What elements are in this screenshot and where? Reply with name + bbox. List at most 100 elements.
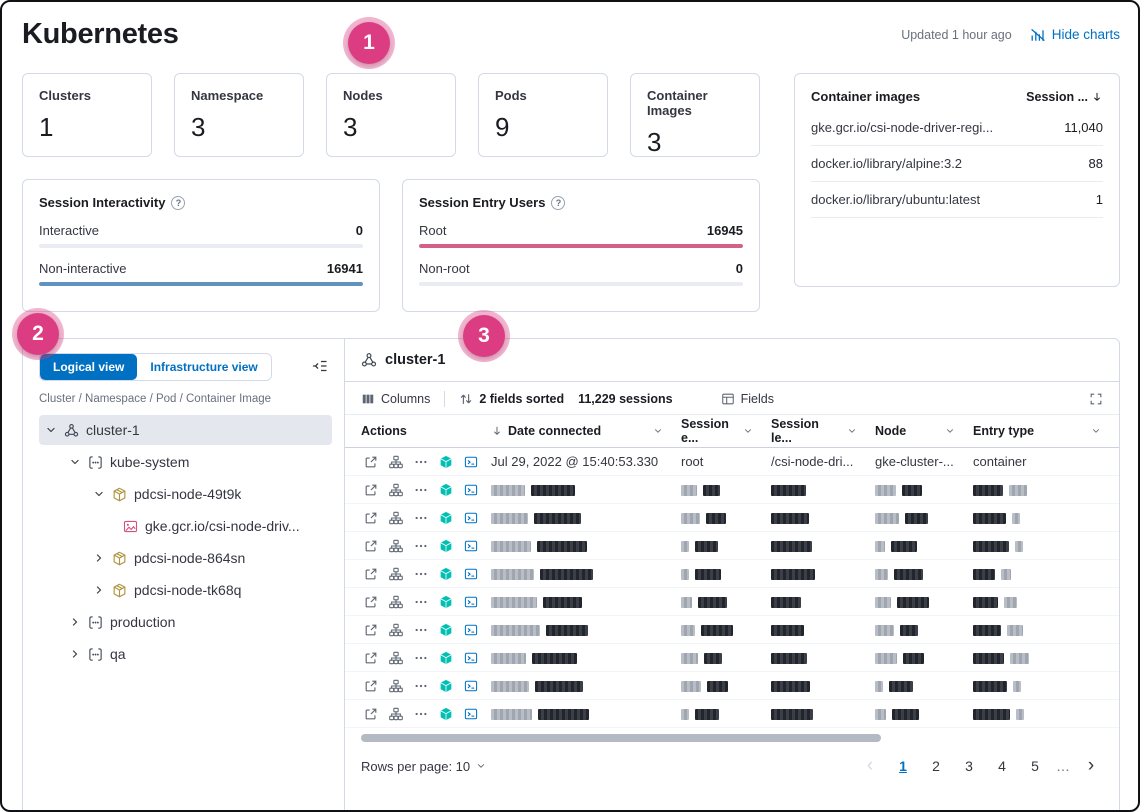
analyze-event-button[interactable] xyxy=(386,676,406,696)
table-row-redacted[interactable] xyxy=(345,476,1119,504)
chevron-down-icon[interactable] xyxy=(45,424,57,436)
analyze-event-button[interactable] xyxy=(386,508,406,528)
analyze-event-button[interactable] xyxy=(386,620,406,640)
k8s-details-button[interactable] xyxy=(436,592,456,612)
chevron-down-icon[interactable] xyxy=(945,426,955,436)
hide-charts-button[interactable]: Hide charts xyxy=(1030,27,1120,43)
logical-view-button[interactable]: Logical view xyxy=(40,354,137,380)
k8s-details-button[interactable] xyxy=(436,620,456,640)
table-row-redacted[interactable] xyxy=(345,672,1119,700)
help-icon[interactable]: ? xyxy=(551,196,565,210)
analyze-event-button[interactable] xyxy=(386,564,406,584)
open-session-viewer-button[interactable] xyxy=(461,536,481,556)
k8s-details-button[interactable] xyxy=(436,452,456,472)
open-session-viewer-button[interactable] xyxy=(461,620,481,640)
open-session-viewer-button[interactable] xyxy=(461,648,481,668)
expand-session-button[interactable] xyxy=(361,564,381,584)
column-header-node[interactable]: Node xyxy=(875,424,973,438)
tree-item-container-image[interactable]: gke.gcr.io/csi-node-driv... xyxy=(39,511,332,541)
chevron-down-icon[interactable] xyxy=(743,426,753,436)
tree-item-cluster-1[interactable]: cluster-1 xyxy=(39,415,332,445)
tree-item-production[interactable]: production xyxy=(39,607,332,637)
more-actions-button[interactable] xyxy=(411,648,431,668)
tree-item-kube-system[interactable]: kube-system xyxy=(39,447,332,477)
open-session-viewer-button[interactable] xyxy=(461,480,481,500)
table-row-redacted[interactable] xyxy=(345,560,1119,588)
expand-session-button[interactable] xyxy=(361,620,381,640)
tree-item-pdcsi-node-49t9k[interactable]: pdcsi-node-49t9k xyxy=(39,479,332,509)
table-row-redacted[interactable] xyxy=(345,588,1119,616)
analyze-event-button[interactable] xyxy=(386,536,406,556)
chevron-down-icon[interactable] xyxy=(69,456,81,468)
open-session-viewer-button[interactable] xyxy=(461,452,481,472)
more-actions-button[interactable] xyxy=(411,704,431,724)
k8s-details-button[interactable] xyxy=(436,480,456,500)
chevron-right-icon[interactable] xyxy=(69,648,81,660)
tree-item-pdcsi-node-tk68q[interactable]: pdcsi-node-tk68q xyxy=(39,575,332,605)
help-icon[interactable]: ? xyxy=(171,196,185,210)
expand-session-button[interactable] xyxy=(361,480,381,500)
analyze-event-button[interactable] xyxy=(386,592,406,612)
sorted-fields-button[interactable]: 2 fields sorted xyxy=(459,392,564,406)
expand-session-button[interactable] xyxy=(361,704,381,724)
table-row-redacted[interactable] xyxy=(345,644,1119,672)
chevron-down-icon[interactable] xyxy=(653,426,663,436)
table-row-redacted[interactable] xyxy=(345,700,1119,728)
more-actions-button[interactable] xyxy=(411,508,431,528)
column-header-entry-type[interactable]: Entry type xyxy=(973,424,1119,438)
chevron-down-icon[interactable] xyxy=(1091,426,1101,436)
expand-session-button[interactable] xyxy=(361,536,381,556)
table-row-redacted[interactable] xyxy=(345,504,1119,532)
session-count-sort-button[interactable]: Session ... xyxy=(1026,90,1103,104)
chevron-right-icon[interactable] xyxy=(93,552,105,564)
more-actions-button[interactable] xyxy=(411,564,431,584)
infrastructure-view-button[interactable]: Infrastructure view xyxy=(137,354,270,380)
more-actions-button[interactable] xyxy=(411,536,431,556)
more-actions-button[interactable] xyxy=(411,620,431,640)
table-row[interactable]: Jul 29, 2022 @ 15:40:53.330 root /csi-no… xyxy=(345,448,1119,476)
page-button-3[interactable]: 3 xyxy=(957,754,981,778)
previous-page-button[interactable]: ‹ xyxy=(858,754,882,778)
more-actions-button[interactable] xyxy=(411,592,431,612)
open-session-viewer-button[interactable] xyxy=(461,676,481,696)
k8s-details-button[interactable] xyxy=(436,564,456,584)
tree-item-pdcsi-node-864sn[interactable]: pdcsi-node-864sn xyxy=(39,543,332,573)
chevron-down-icon[interactable] xyxy=(847,426,857,436)
open-session-viewer-button[interactable] xyxy=(461,508,481,528)
fullscreen-button[interactable] xyxy=(1089,392,1103,406)
table-row-redacted[interactable] xyxy=(345,532,1119,560)
rows-per-page-button[interactable]: Rows per page: 10 xyxy=(361,759,486,774)
column-header-session-entry[interactable]: Session e... xyxy=(681,417,771,445)
analyze-event-button[interactable] xyxy=(386,704,406,724)
open-session-viewer-button[interactable] xyxy=(461,592,481,612)
collapse-tree-button[interactable] xyxy=(308,354,332,381)
k8s-details-button[interactable] xyxy=(436,676,456,696)
page-button-4[interactable]: 4 xyxy=(990,754,1014,778)
open-session-viewer-button[interactable] xyxy=(461,704,481,724)
k8s-details-button[interactable] xyxy=(436,508,456,528)
columns-button[interactable]: Columns xyxy=(361,392,430,406)
more-actions-button[interactable] xyxy=(411,480,431,500)
chevron-down-icon[interactable] xyxy=(93,488,105,500)
column-header-date-connected[interactable]: Date connected xyxy=(491,424,681,438)
more-actions-button[interactable] xyxy=(411,452,431,472)
expand-session-button[interactable] xyxy=(361,452,381,472)
analyze-event-button[interactable] xyxy=(386,452,406,472)
table-row-redacted[interactable] xyxy=(345,616,1119,644)
expand-session-button[interactable] xyxy=(361,508,381,528)
page-button-5[interactable]: 5 xyxy=(1023,754,1047,778)
expand-session-button[interactable] xyxy=(361,592,381,612)
next-page-button[interactable]: › xyxy=(1079,754,1103,778)
expand-session-button[interactable] xyxy=(361,676,381,696)
more-actions-button[interactable] xyxy=(411,676,431,696)
k8s-details-button[interactable] xyxy=(436,536,456,556)
k8s-details-button[interactable] xyxy=(436,648,456,668)
analyze-event-button[interactable] xyxy=(386,480,406,500)
fields-button[interactable]: Fields xyxy=(721,392,774,406)
analyze-event-button[interactable] xyxy=(386,648,406,668)
page-button-1[interactable]: 1 xyxy=(891,754,915,778)
chevron-right-icon[interactable] xyxy=(69,616,81,628)
column-header-session-leader[interactable]: Session le... xyxy=(771,417,875,445)
tree-item-qa[interactable]: qa xyxy=(39,639,332,669)
k8s-details-button[interactable] xyxy=(436,704,456,724)
